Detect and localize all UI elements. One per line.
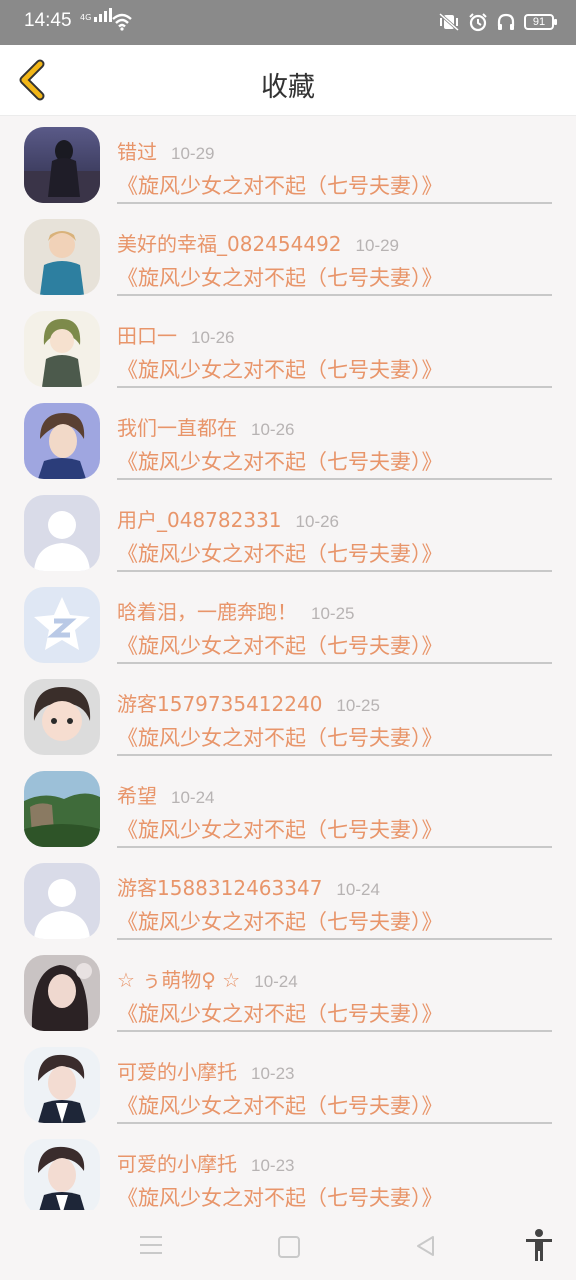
divider bbox=[117, 202, 552, 204]
avatar[interactable] bbox=[24, 219, 100, 295]
work-title[interactable]: 《旋风少女之对不起（七号夫妻）》 bbox=[117, 170, 443, 200]
user-name: 游客1588312463347 bbox=[117, 876, 323, 900]
mute-vibrate-icon bbox=[439, 12, 459, 32]
battery-level: 91 bbox=[532, 16, 546, 28]
list-item[interactable]: ☆ ぅ萌物♀ ☆ 10-24 《旋风少女之对不起（七号夫妻）》 bbox=[0, 944, 576, 1036]
list-item[interactable]: 用户_048782331 10-26 《旋风少女之对不起（七号夫妻）》 bbox=[0, 484, 576, 576]
avatar[interactable] bbox=[24, 587, 100, 663]
avatar[interactable] bbox=[24, 1047, 100, 1123]
user-name: 田口一 bbox=[117, 324, 177, 348]
list-item[interactable]: 田口一 10-26 《旋风少女之对不起（七号夫妻）》 bbox=[0, 300, 576, 392]
avatar[interactable] bbox=[24, 679, 100, 755]
status-time: 14:45 bbox=[24, 10, 72, 31]
status-bar: 14:45 4G 91 bbox=[0, 0, 576, 45]
item-date: 10-24 bbox=[336, 880, 380, 899]
user-name: 用户_048782331 bbox=[117, 508, 282, 532]
avatar[interactable] bbox=[24, 955, 100, 1031]
work-title[interactable]: 《旋风少女之对不起（七号夫妻）》 bbox=[117, 446, 443, 476]
list-item[interactable]: 希望 10-24 《旋风少女之对不起（七号夫妻）》 bbox=[0, 760, 576, 852]
user-name: 可爱的小摩托 bbox=[117, 1060, 237, 1084]
divider bbox=[117, 1122, 552, 1124]
user-name: 错过 bbox=[117, 140, 157, 164]
user-name: 可爱的小摩托 bbox=[117, 1152, 237, 1176]
system-nav-bar bbox=[0, 1210, 576, 1280]
divider bbox=[117, 478, 552, 480]
work-title[interactable]: 《旋风少女之对不起（七号夫妻）》 bbox=[117, 1182, 443, 1210]
favorites-list: 错过 10-29 《旋风少女之对不起（七号夫妻）》 美好的幸福_082454492… bbox=[0, 116, 576, 1210]
network-type: 4G bbox=[80, 13, 92, 22]
item-date: 10-24 bbox=[171, 788, 215, 807]
list-item[interactable]: 可爱的小摩托 10-23 《旋风少女之对不起（七号夫妻）》 bbox=[0, 1128, 576, 1210]
page-title: 收藏 bbox=[261, 72, 315, 103]
divider bbox=[117, 754, 552, 756]
item-date: 10-29 bbox=[355, 236, 400, 255]
item-date: 10-26 bbox=[295, 512, 340, 531]
divider bbox=[117, 1030, 552, 1032]
list-item[interactable]: 美好的幸福_082454492 10-29 《旋风少女之对不起（七号夫妻）》 bbox=[0, 208, 576, 300]
work-title[interactable]: 《旋风少女之对不起（七号夫妻）》 bbox=[117, 354, 443, 384]
menu-icon[interactable] bbox=[140, 1236, 162, 1260]
user-name: ☆ ぅ萌物♀ ☆ bbox=[117, 968, 241, 992]
list-item[interactable]: 晗着泪，一鹿奔跑！ 10-25 《旋风少女之对不起（七号夫妻）》 bbox=[0, 576, 576, 668]
avatar[interactable] bbox=[24, 771, 100, 847]
user-name: 游客1579735412240 bbox=[117, 692, 323, 716]
wifi-icon bbox=[112, 13, 132, 31]
item-date: 10-23 bbox=[251, 1156, 295, 1175]
avatar[interactable] bbox=[24, 495, 100, 571]
item-date: 10-26 bbox=[251, 420, 295, 439]
divider bbox=[117, 662, 552, 664]
divider bbox=[117, 846, 552, 848]
alarm-icon bbox=[469, 13, 487, 32]
user-name: 我们一直都在 bbox=[117, 416, 237, 440]
work-title[interactable]: 《旋风少女之对不起（七号夫妻）》 bbox=[117, 906, 443, 936]
work-title[interactable]: 《旋风少女之对不起（七号夫妻）》 bbox=[117, 722, 443, 752]
divider bbox=[117, 294, 552, 296]
cellular-signal-icon: 4G bbox=[80, 8, 113, 22]
work-title[interactable]: 《旋风少女之对不起（七号夫妻）》 bbox=[117, 814, 443, 844]
avatar[interactable] bbox=[24, 1139, 100, 1210]
avatar[interactable] bbox=[24, 127, 100, 203]
list-item[interactable]: 游客1579735412240 10-25 《旋风少女之对不起（七号夫妻）》 bbox=[0, 668, 576, 760]
item-date: 10-24 bbox=[254, 972, 298, 991]
item-date: 10-29 bbox=[171, 144, 215, 163]
list-item[interactable]: 游客1588312463347 10-24 《旋风少女之对不起（七号夫妻）》 bbox=[0, 852, 576, 944]
headphones-icon bbox=[497, 13, 515, 30]
item-date: 10-23 bbox=[251, 1064, 295, 1083]
home-icon[interactable] bbox=[278, 1236, 300, 1258]
user-name: 晗着泪，一鹿奔跑！ bbox=[117, 600, 297, 624]
work-title[interactable]: 《旋风少女之对不起（七号夫妻）》 bbox=[117, 630, 443, 660]
header-bar: 收藏 bbox=[0, 45, 576, 116]
avatar[interactable] bbox=[24, 311, 100, 387]
user-name: 美好的幸福_082454492 bbox=[117, 232, 342, 256]
work-title[interactable]: 《旋风少女之对不起（七号夫妻）》 bbox=[117, 1090, 443, 1120]
item-date: 10-25 bbox=[311, 604, 355, 623]
divider bbox=[117, 570, 552, 572]
list-item[interactable]: 错过 10-29 《旋风少女之对不起（七号夫妻）》 bbox=[0, 116, 576, 208]
divider bbox=[117, 938, 552, 940]
work-title[interactable]: 《旋风少女之对不起（七号夫妻）》 bbox=[117, 262, 443, 292]
item-date: 10-25 bbox=[336, 696, 380, 715]
avatar[interactable] bbox=[24, 863, 100, 939]
list-item[interactable]: 可爱的小摩托 10-23 《旋风少女之对不起（七号夫妻）》 bbox=[0, 1036, 576, 1128]
work-title[interactable]: 《旋风少女之对不起（七号夫妻）》 bbox=[117, 538, 443, 568]
list-item[interactable]: 我们一直都在 10-26 《旋风少女之对不起（七号夫妻）》 bbox=[0, 392, 576, 484]
battery-icon: 91 bbox=[524, 14, 557, 30]
item-date: 10-26 bbox=[191, 328, 235, 347]
user-name: 希望 bbox=[117, 784, 157, 808]
back-triangle-icon[interactable] bbox=[414, 1234, 436, 1258]
divider bbox=[117, 386, 552, 388]
avatar[interactable] bbox=[24, 403, 100, 479]
work-title[interactable]: 《旋风少女之对不起（七号夫妻）》 bbox=[117, 998, 443, 1028]
accessibility-icon[interactable] bbox=[524, 1228, 554, 1262]
